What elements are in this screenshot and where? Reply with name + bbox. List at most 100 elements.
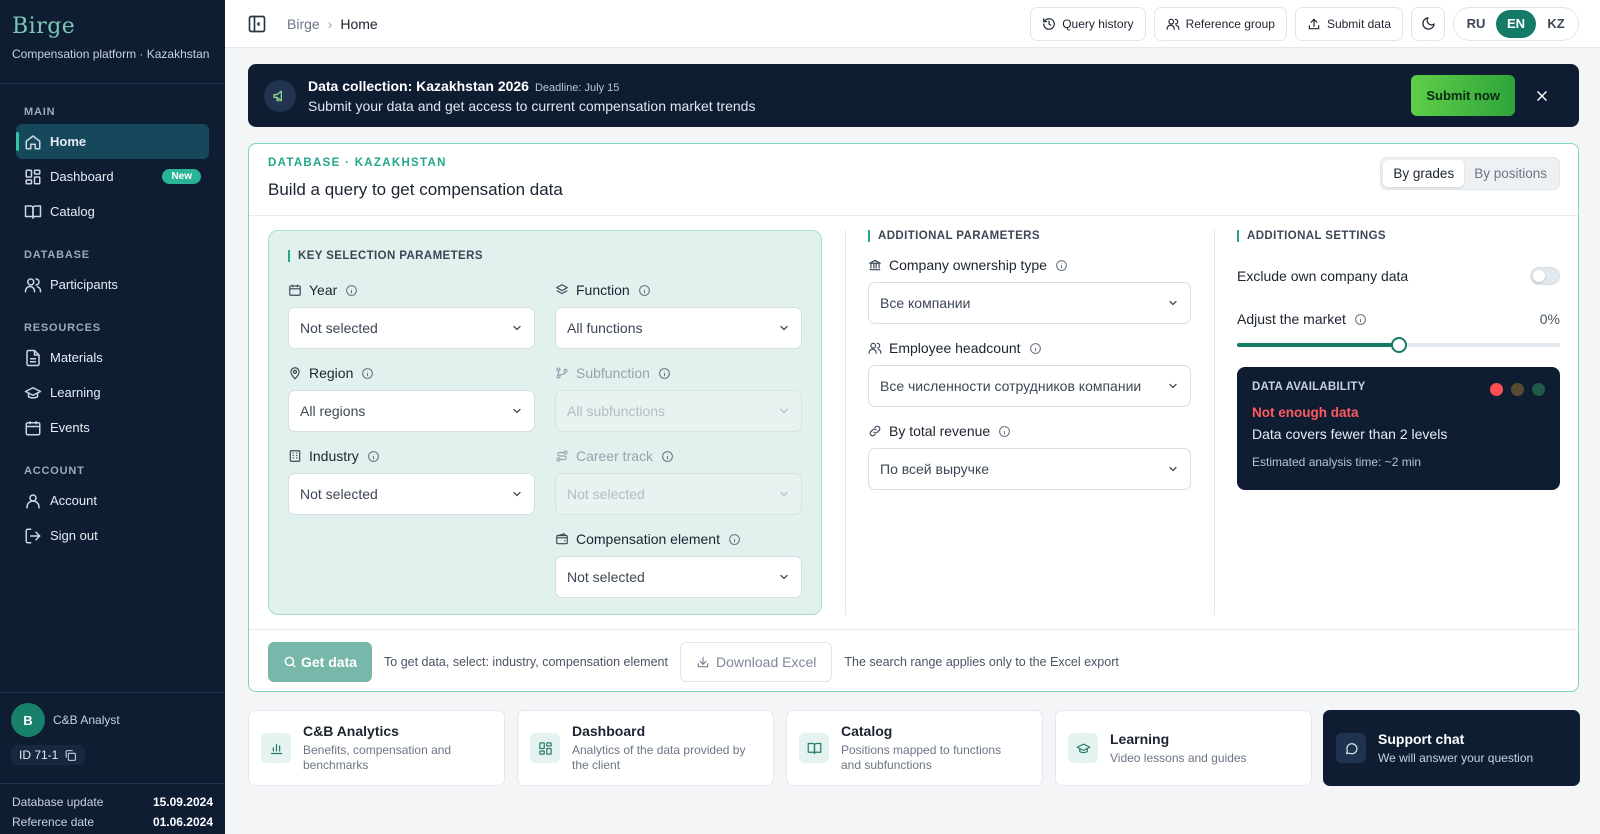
user-id-badge[interactable]: ID 71-1 [11,745,86,765]
data-collection-banner: Data collection: Kazakhstan 2026 Deadline… [248,64,1579,127]
subfunction-select[interactable]: All subfunctions [555,390,802,432]
mode-by-grades[interactable]: By grades [1383,160,1465,187]
tile-dashboard[interactable]: Dashboard Analytics of the data provided… [517,710,774,786]
career-track-select[interactable]: Not selected [555,473,802,515]
brand-logo[interactable]: Birge [12,14,213,39]
year-select[interactable]: Not selected [288,307,535,349]
compensation-element-select[interactable]: Not selected [555,556,802,598]
mode-by-positions[interactable]: By positions [1464,160,1557,187]
banner-deadline: Deadline: July 15 [534,81,620,94]
tile-learning[interactable]: Learning Video lessons and guides [1055,710,1312,786]
ownership-label-row: Company ownership type [868,256,1191,274]
breadcrumb-root[interactable]: Birge [287,16,320,32]
close-icon[interactable] [1535,89,1549,103]
copy-icon[interactable] [64,749,77,762]
data-availability-panel: DATA AVAILABILITY Not enough data Data c… [1237,367,1560,490]
additional-parameters-column: ADDITIONAL PARAMETERS Company ownership … [868,230,1191,615]
industry-value: Not selected [300,486,378,502]
sidebar-item-materials[interactable]: Materials [16,340,209,375]
tile-title: Learning [1110,730,1170,747]
sidebar-item-dashboard[interactable]: Dashboard New [16,159,209,194]
info-icon[interactable] [361,367,374,380]
reference-group-button[interactable]: Reference group [1153,6,1287,41]
book-icon [24,204,42,219]
slider-thumb[interactable] [1390,337,1407,353]
sidebar-item-home[interactable]: Home [16,124,209,159]
subfunction-value: All subfunctions [567,403,666,419]
tile-subtitle: Benefits, compensation and benchmarks [303,743,452,772]
sidebar-item-account[interactable]: Account [16,483,209,518]
sidebar-item-label: Home [50,134,87,149]
download-excel-label: Download Excel [715,653,817,670]
get-data-button[interactable]: Get data [268,641,373,682]
banner-title: Data collection: Kazakhstan 2026 Deadline… [308,78,755,94]
download-excel-button[interactable]: Download Excel [679,641,833,682]
headcount-select[interactable]: Все численности сотрудников компании [868,365,1191,407]
sidebar-item-participants[interactable]: Participants [16,267,209,302]
headcount-field: Employee headcount Все численности сотру… [868,339,1191,407]
submit-now-button[interactable]: Submit now [1411,75,1515,116]
reference-date-label: Reference date [12,815,95,829]
layers-icon [556,284,568,295]
tile-subtitle: Analytics of the data provided by the cl… [572,743,746,772]
info-icon[interactable] [1055,259,1068,272]
user-id-text: ID 71-1 [19,748,59,762]
query-history-button[interactable]: Query history [1030,6,1146,41]
tile-text: Support chat We will answer your questio… [1378,731,1533,766]
breadcrumb: Birge › Home [287,16,378,32]
subfunction-label-row: Subfunction [555,364,802,382]
info-icon[interactable] [345,284,358,297]
function-select[interactable]: All functions [555,307,802,349]
sidebar-item-sign-out[interactable]: Sign out [16,518,209,553]
info-icon[interactable] [638,284,651,297]
info-icon[interactable] [658,367,671,380]
revenue-value: По всей выручке [880,461,990,477]
status-badge: Not enough data [1252,405,1359,420]
link-icon [869,425,881,437]
adjust-market-slider[interactable] [1237,337,1560,353]
industry-select[interactable]: Not selected [288,473,535,515]
nav-section-account: ACCOUNT [24,465,85,477]
additional-settings-heading: ADDITIONAL SETTINGS [1237,230,1560,242]
compensation-element-label-row: Compensation element [555,530,802,548]
column-divider [1214,230,1215,615]
year-label-row: Year [288,281,535,299]
sidebar-item-catalog[interactable]: Catalog [16,194,209,229]
adjust-market-value: 0% [1539,311,1560,327]
database-update-row: Database update 15.09.2024 [0,792,225,812]
theme-toggle-button[interactable] [1411,6,1445,41]
lang-kz[interactable]: KZ [1536,10,1576,38]
tile-catalog[interactable]: Catalog Positions mapped to functions an… [786,710,1043,786]
revenue-select[interactable]: По всей выручке [868,448,1191,490]
ownership-select[interactable]: Все компании [868,282,1191,324]
adjust-market-label: Adjust the market [1237,311,1346,327]
sidebar-item-events[interactable]: Events [16,410,209,445]
tile-support-chat[interactable]: Support chat We will answer your questio… [1323,710,1580,786]
exclude-own-data-toggle[interactable] [1530,267,1560,285]
user-icon [26,493,40,508]
info-icon[interactable] [1029,342,1042,355]
info-icon[interactable] [728,533,741,546]
lang-en[interactable]: EN [1496,9,1536,38]
tile-cb-analytics[interactable]: C&B Analytics Benefits, compensation and… [248,710,505,786]
subfunction-label: Subfunction [576,365,650,381]
info-icon[interactable] [1354,313,1367,326]
tile-title: C&B Analytics [303,723,399,739]
dashboard-icon [25,169,41,184]
breadcrumb-separator: › [327,15,333,32]
submit-data-button[interactable]: Submit data [1294,6,1403,41]
lang-ru[interactable]: RU [1456,10,1496,38]
sidebar-item-learning[interactable]: Learning [16,375,209,410]
sidebar: Birge Compensation platform · Kazakhstan… [0,0,225,834]
user-profile[interactable]: B C&B Analyst [0,693,225,737]
career-track-value: Not selected [567,486,645,502]
sidebar-item-label: Materials [50,350,103,365]
info-icon[interactable] [998,425,1011,438]
info-icon[interactable] [367,450,380,463]
tile-subtitle: Video lessons and guides [1110,750,1247,765]
info-icon[interactable] [661,450,674,463]
region-select[interactable]: All regions [288,390,535,432]
region-value: All regions [300,403,366,419]
avatar: B [11,703,45,737]
sidebar-toggle-icon[interactable] [247,14,267,34]
